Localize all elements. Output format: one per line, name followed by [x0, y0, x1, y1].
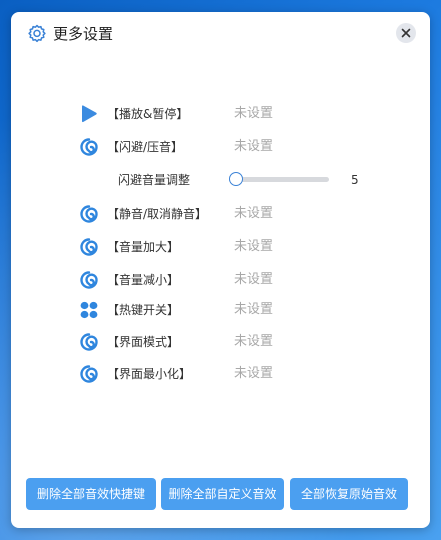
hotkey-value[interactable]: 未设置: [234, 104, 273, 124]
setting-label: 【播放&暂停】: [107, 107, 189, 121]
setting-row-volume-up: 【音量加大】 未设置: [11, 234, 430, 260]
delete-all-shortcuts-button[interactable]: 删除全部音效快捷键: [26, 478, 156, 510]
setting-label: 【界面最小化】: [107, 367, 192, 381]
setting-label: 【音量加大】: [107, 240, 180, 254]
more-settings-dialog: 更多设置 【播放&暂停】 未设置 【闪避/压音】 未设置 闪避音量调整 5 【静…: [11, 12, 430, 528]
setting-label: 【闪避/压音】: [107, 140, 184, 154]
hotkey-value[interactable]: 未设置: [234, 237, 273, 257]
swirl-icon: [79, 364, 99, 384]
duck-volume-label: 闪避音量调整: [118, 173, 191, 187]
restore-original-sounds-button[interactable]: 全部恢复原始音效: [290, 478, 408, 510]
close-icon: [401, 28, 411, 38]
gear-icon: [27, 24, 47, 44]
hotkey-value[interactable]: 未设置: [234, 300, 273, 320]
setting-row-duck: 【闪避/压音】 未设置: [11, 134, 430, 160]
hotkey-value[interactable]: 未设置: [234, 137, 273, 157]
duck-volume-row: 闪避音量调整 5: [11, 167, 430, 193]
swirl-icon: [79, 237, 99, 257]
duck-volume-slider-track[interactable]: [235, 177, 329, 182]
delete-all-custom-sounds-button[interactable]: 删除全部自定义音效: [161, 478, 284, 510]
swirl-icon: [79, 332, 99, 352]
setting-row-volume-down: 【音量减小】 未设置: [11, 267, 430, 293]
hotkey-value[interactable]: 未设置: [234, 270, 273, 290]
setting-row-minimize: 【界面最小化】 未设置: [11, 361, 430, 387]
swirl-icon: [79, 137, 99, 157]
setting-row-mute: 【静音/取消静音】 未设置: [11, 201, 430, 227]
duck-volume-value: 5: [351, 173, 359, 187]
setting-label: 【界面模式】: [107, 335, 180, 349]
hotkey-value[interactable]: 未设置: [234, 364, 273, 384]
four-petal-icon: [79, 300, 99, 320]
setting-label: 【音量减小】: [107, 273, 180, 287]
setting-row-play-pause: 【播放&暂停】 未设置: [11, 101, 430, 127]
setting-row-interface-mode: 【界面模式】 未设置: [11, 329, 430, 355]
swirl-icon: [79, 204, 99, 224]
setting-row-hotkey-toggle: 【热键开关】 未设置: [11, 297, 430, 323]
swirl-icon: [79, 270, 99, 290]
play-icon: [79, 104, 99, 124]
close-button[interactable]: [396, 23, 416, 43]
dialog-title: 更多设置: [53, 25, 114, 43]
hotkey-value[interactable]: 未设置: [234, 332, 273, 352]
setting-label: 【静音/取消静音】: [107, 207, 208, 221]
duck-volume-slider-thumb[interactable]: [229, 172, 243, 186]
hotkey-value[interactable]: 未设置: [234, 204, 273, 224]
setting-label: 【热键开关】: [107, 303, 180, 317]
